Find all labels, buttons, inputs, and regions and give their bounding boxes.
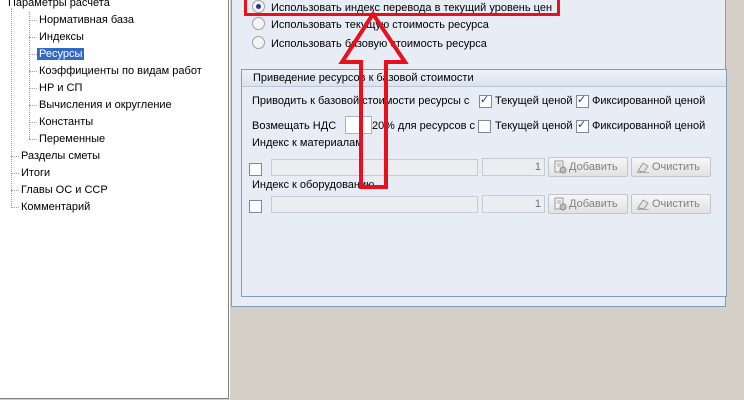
tree-item-comment[interactable]: Комментарий — [19, 199, 92, 215]
tree-connector — [29, 37, 37, 38]
group-title: Приведение ресурсов к базовой стоимости — [242, 70, 726, 87]
tree-item-constants[interactable]: Константы — [37, 114, 95, 130]
tree-item-chapters[interactable]: Главы ОС и ССР — [19, 182, 110, 198]
tree-connector — [11, 173, 19, 174]
materials-add-button[interactable]: Добавить — [548, 157, 628, 177]
equipment-add-button[interactable]: Добавить — [548, 194, 628, 214]
convert-fixed-checkbox[interactable] — [576, 93, 589, 108]
tree-connector — [29, 122, 37, 123]
equipment-label: Индекс к оборудованию — [252, 179, 375, 191]
add-document-icon — [553, 160, 567, 180]
current-price-label: Текущей ценой — [495, 95, 573, 107]
vat-current-checkbox[interactable] — [478, 120, 491, 133]
tree-item-totals[interactable]: Итоги — [19, 165, 52, 181]
tree-item-label: Комментарий — [21, 201, 91, 213]
tree-connector — [11, 156, 19, 157]
button-label: Очистить — [652, 161, 700, 173]
radio-button[interactable] — [252, 36, 265, 49]
add-document-icon — [553, 197, 567, 217]
tree-connector — [29, 12, 30, 139]
resources-frame: Использовать индекс перевода в текущий у… — [231, 0, 727, 307]
settings-panel: Использовать индекс перевода в текущий у… — [229, 0, 741, 399]
tree-item-label: Коэффициенты по видам работ — [39, 65, 202, 77]
tree-item-label: Итоги — [21, 167, 51, 179]
radio-label: Использовать базовую стоимость ресурса — [271, 38, 487, 50]
materials-checkbox[interactable] — [249, 163, 262, 176]
tree-item-nr-sp[interactable]: НР и СП — [37, 80, 84, 96]
vat-label: Возмещать НДС — [252, 120, 337, 132]
tree-connector — [11, 207, 19, 208]
tree-item-label: Главы ОС и ССР — [21, 184, 108, 196]
fixed-price-label: Фиксированной ценой — [592, 95, 706, 107]
tree-item-resources[interactable]: Ресурсы — [37, 46, 85, 62]
materials-label: Индекс к материалам — [252, 137, 363, 149]
vat-percent: 20 — [372, 120, 385, 132]
tree-connector — [11, 190, 19, 191]
tree-item-label: НР и СП — [39, 82, 83, 94]
tree-connector — [29, 139, 37, 140]
button-label: Добавить — [569, 161, 618, 173]
radio-label: Использовать текущую стоимость ресурса — [271, 19, 489, 31]
tree-item-estimate-sections[interactable]: Разделы сметы — [19, 148, 102, 164]
tree-item-variables[interactable]: Переменные — [37, 131, 107, 147]
tree-connector — [29, 54, 37, 55]
radio-button[interactable] — [252, 17, 265, 30]
tree-item-label: Разделы сметы — [21, 150, 101, 162]
vat-suffix: % для ресурсов с — [385, 120, 476, 132]
tree-connector — [29, 105, 37, 106]
settings-tree: Параметры расчета Нормативная база Индек… — [0, 0, 229, 399]
tree-connector — [29, 20, 37, 21]
radio-use-current[interactable]: Использовать текущую стоимость ресурса — [252, 17, 489, 33]
vat-input[interactable] — [345, 116, 372, 134]
convert-label: Приводить к базовой стоимости ресурсы с — [252, 95, 470, 107]
base-cost-group: Приведение ресурсов к базовой стоимости … — [241, 69, 727, 297]
tree-item-label: Константы — [39, 116, 94, 128]
tree-item-indexes[interactable]: Индексы — [37, 29, 86, 45]
materials-input[interactable] — [271, 159, 478, 176]
tree-item-label: Нормативная база — [39, 14, 135, 26]
tree-item-calc-params[interactable]: Параметры расчета — [6, 0, 112, 11]
materials-count[interactable]: 1 — [482, 158, 545, 176]
equipment-count[interactable]: 1 — [482, 195, 545, 213]
vat-current-label: Текущей ценой — [495, 120, 573, 132]
equipment-clear-button[interactable]: Очистить — [631, 194, 711, 214]
tree-item-normative-base[interactable]: Нормативная база — [37, 12, 136, 28]
tree-item-label: Переменные — [39, 133, 106, 145]
convert-current-checkbox[interactable] — [479, 93, 492, 108]
materials-clear-button[interactable]: Очистить — [631, 157, 711, 177]
vat-fixed-label: Фиксированной ценой — [592, 120, 706, 132]
tree-connector — [11, 8, 12, 208]
tree-connector — [29, 71, 37, 72]
tree-item-label: Вычисления и округление — [39, 99, 172, 111]
tree-connector — [29, 88, 37, 89]
equipment-checkbox[interactable] — [249, 200, 262, 213]
tree-item-calculation-rounding[interactable]: Вычисления и округление — [37, 97, 174, 113]
highlight-frame — [244, 0, 560, 16]
eraser-icon — [636, 160, 650, 180]
radio-use-base[interactable]: Использовать базовую стоимость ресурса — [252, 36, 487, 52]
button-label: Добавить — [569, 198, 618, 210]
tree-item-label: Параметры расчета — [8, 0, 110, 9]
equipment-input[interactable] — [271, 196, 478, 213]
button-label: Очистить — [652, 198, 700, 210]
tree-item-label: Ресурсы — [37, 48, 85, 60]
eraser-icon — [636, 197, 650, 217]
vat-fixed-checkbox[interactable] — [576, 118, 589, 133]
tree-item-label: Индексы — [39, 31, 84, 43]
tree-item-work-coefficients[interactable]: Коэффициенты по видам работ — [37, 63, 204, 79]
